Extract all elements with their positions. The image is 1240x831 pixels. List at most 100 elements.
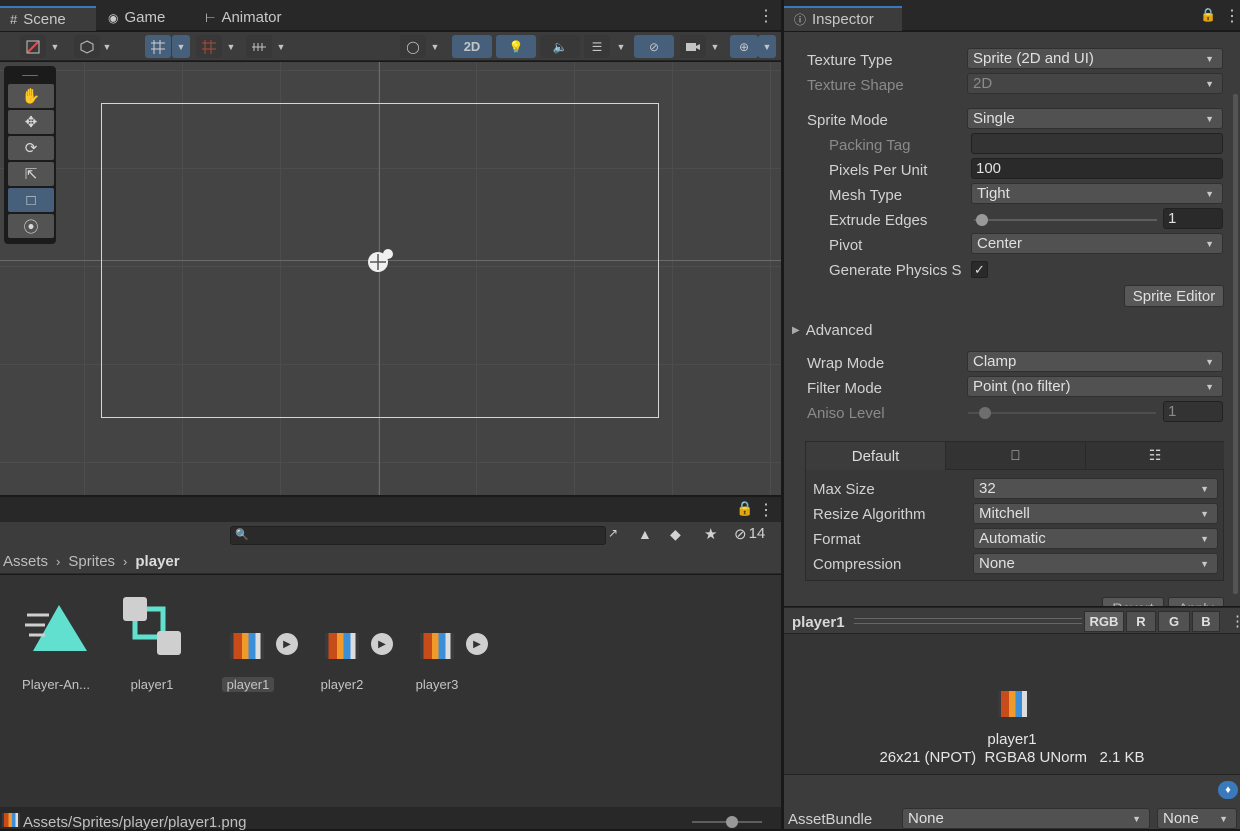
chevron-down-icon[interactable]: ▼ xyxy=(222,35,240,58)
zoom-slider-knob[interactable] xyxy=(726,816,738,828)
tab-inspector-label: Inspector xyxy=(812,11,874,28)
play-icon[interactable]: ▶ xyxy=(276,633,298,655)
camera-gizmo-icon[interactable] xyxy=(366,247,396,281)
effects-icon[interactable]: ☰ xyxy=(584,35,610,58)
compression-dropdown[interactable]: None ▼ xyxy=(973,553,1218,574)
tab-scene[interactable]: # Scene xyxy=(0,6,96,31)
breadcrumb-assets[interactable]: Assets xyxy=(3,553,48,570)
sprite-editor-button[interactable]: Sprite Editor xyxy=(1124,285,1224,307)
draw-mode-icon[interactable] xyxy=(20,35,46,58)
apply-button[interactable]: Apply xyxy=(1168,597,1224,606)
audio-mute-icon[interactable]: 🔈 xyxy=(540,35,580,58)
ppu-field[interactable]: 100 xyxy=(971,158,1223,179)
resize-algorithm-dropdown[interactable]: Mitchell ▼ xyxy=(973,503,1218,524)
play-icon[interactable]: ▶ xyxy=(466,633,488,655)
scrollbar[interactable] xyxy=(1233,94,1238,594)
mesh-type-dropdown[interactable]: Tight ▼ xyxy=(971,183,1223,204)
chevron-down-icon: ▼ xyxy=(1205,54,1214,64)
scale-tool-icon[interactable]: ⇱ xyxy=(8,162,54,186)
more-menu-icon[interactable]: ⋮ xyxy=(1230,612,1240,630)
chevron-down-icon[interactable]: ▼ xyxy=(612,35,630,58)
transform-tool-icon[interactable]: ⦿ xyxy=(8,214,54,238)
grid-snap-icon[interactable] xyxy=(145,35,171,58)
animator-icon: ⊢ xyxy=(205,10,216,25)
aniso-field: 1 xyxy=(1163,401,1223,422)
tab-animator[interactable]: ⊢ Animator xyxy=(195,4,291,31)
channel-b-button[interactable]: B xyxy=(1192,611,1220,632)
move-tool-icon[interactable]: ✥ xyxy=(8,110,54,134)
snap-increment-icon[interactable] xyxy=(196,35,222,58)
sprite-preview-image xyxy=(998,691,1030,717)
lock-icon[interactable]: 🔒 xyxy=(736,500,753,517)
orbit-icon[interactable]: ◯ xyxy=(400,35,426,58)
chevron-down-icon[interactable]: ▼ xyxy=(272,35,290,58)
more-menu-icon[interactable]: ⋮ xyxy=(1224,6,1240,26)
advanced-label: Advanced xyxy=(805,321,873,339)
ruler-icon[interactable] xyxy=(246,35,272,58)
star-icon[interactable]: ★ xyxy=(704,525,717,543)
pivot-dropdown[interactable]: Center ▼ xyxy=(971,233,1223,254)
tag-icon[interactable]: ◆ xyxy=(670,526,681,543)
filter-type-icon[interactable]: ▲ xyxy=(638,526,652,542)
open-window-icon[interactable]: ↗ xyxy=(608,526,618,540)
max-size-dropdown[interactable]: 32 ▼ xyxy=(973,478,1218,499)
platform-tab-default[interactable]: Default xyxy=(806,442,946,470)
extrude-slider-knob[interactable] xyxy=(976,214,988,226)
chevron-down-icon[interactable]: ▼ xyxy=(706,35,724,58)
channel-rgb-button[interactable]: RGB xyxy=(1084,611,1124,632)
channel-g-button[interactable]: G xyxy=(1158,611,1190,632)
tab-game-label: Game xyxy=(124,9,166,26)
play-icon[interactable]: ▶ xyxy=(371,633,393,655)
gizmos-icon[interactable]: ⊕ xyxy=(730,35,758,58)
generate-physics-checkbox[interactable]: ✓ xyxy=(971,261,988,278)
rotate-tool-icon[interactable]: ⟳ xyxy=(8,136,54,160)
drag-handle[interactable] xyxy=(854,618,1082,624)
lock-icon[interactable]: 🔒 xyxy=(1200,7,1216,23)
breadcrumb-sprites[interactable]: Sprites xyxy=(68,553,115,570)
chevron-down-icon[interactable]: ▼ xyxy=(46,35,64,58)
chevron-down-icon: ▼ xyxy=(1205,114,1214,124)
toggle-2d-button[interactable]: 2D xyxy=(452,35,492,58)
extrude-field[interactable]: 1 xyxy=(1163,208,1223,229)
assetbundle-variant-value: None xyxy=(1163,810,1199,827)
platform-tab-other[interactable]: ☷ xyxy=(1086,442,1224,470)
sprite-mode-dropdown[interactable]: Single ▼ xyxy=(967,108,1223,129)
tab-scene-label: Scene xyxy=(23,11,66,28)
render-mode-icon[interactable] xyxy=(74,35,100,58)
hidden-packages-toggle[interactable]: ⊘ 14 xyxy=(734,525,765,543)
assetbundle-name-dropdown[interactable]: None ▼ xyxy=(902,808,1150,829)
chevron-down-icon: ▼ xyxy=(1219,814,1228,824)
chevron-down-icon[interactable]: ▼ xyxy=(426,35,444,58)
tab-inspector[interactable]: ⓘ Inspector xyxy=(784,6,902,31)
search-input[interactable]: 🔍 xyxy=(230,526,606,545)
more-menu-icon[interactable]: ⋮ xyxy=(758,6,774,26)
assetbundle-variant-dropdown[interactable]: None ▼ xyxy=(1157,808,1237,829)
chevron-down-icon[interactable]: ▼ xyxy=(172,35,190,58)
format-dropdown[interactable]: Automatic ▼ xyxy=(973,528,1218,549)
filter-mode-value: Point (no filter) xyxy=(973,378,1071,395)
wrap-mode-dropdown[interactable]: Clamp ▼ xyxy=(967,351,1223,372)
platform-tab-standalone[interactable]: ⎕ xyxy=(946,442,1086,470)
camera-icon[interactable] xyxy=(680,35,706,58)
chevron-down-icon[interactable]: ▼ xyxy=(98,35,116,58)
sprite-thumbnail xyxy=(325,633,359,659)
breadcrumb-player[interactable]: player xyxy=(135,553,179,570)
more-menu-icon[interactable]: ⋮ xyxy=(758,500,774,520)
texture-type-dropdown[interactable]: Sprite (2D and UI) ▼ xyxy=(967,48,1223,69)
channel-r-button[interactable]: R xyxy=(1126,611,1156,632)
advanced-foldout[interactable]: ▶ Advanced xyxy=(792,319,872,341)
extrude-slider[interactable] xyxy=(974,219,1157,221)
rect-tool-icon[interactable]: □ xyxy=(8,188,54,212)
tab-game[interactable]: ◉ Game xyxy=(98,4,175,31)
hand-tool-icon[interactable]: ✋ xyxy=(8,84,54,108)
filter-mode-dropdown[interactable]: Point (no filter) ▼ xyxy=(967,376,1223,397)
lightbulb-icon[interactable]: 💡 xyxy=(496,35,536,58)
revert-button[interactable]: Revert xyxy=(1102,597,1164,606)
scene-viewport[interactable]: ── ✋ ✥ ⟳ ⇱ □ ⦿ xyxy=(0,62,781,495)
drag-handle-icon[interactable]: ── xyxy=(8,70,52,82)
chevron-down-icon[interactable]: ▼ xyxy=(758,35,776,58)
assetbundle-label: AssetBundle xyxy=(788,811,873,828)
hidden-objects-icon[interactable]: ⊘ xyxy=(634,35,674,58)
tag-icon[interactable]: ♦ xyxy=(1218,781,1238,799)
platform-icon: ☷ xyxy=(1148,447,1162,463)
